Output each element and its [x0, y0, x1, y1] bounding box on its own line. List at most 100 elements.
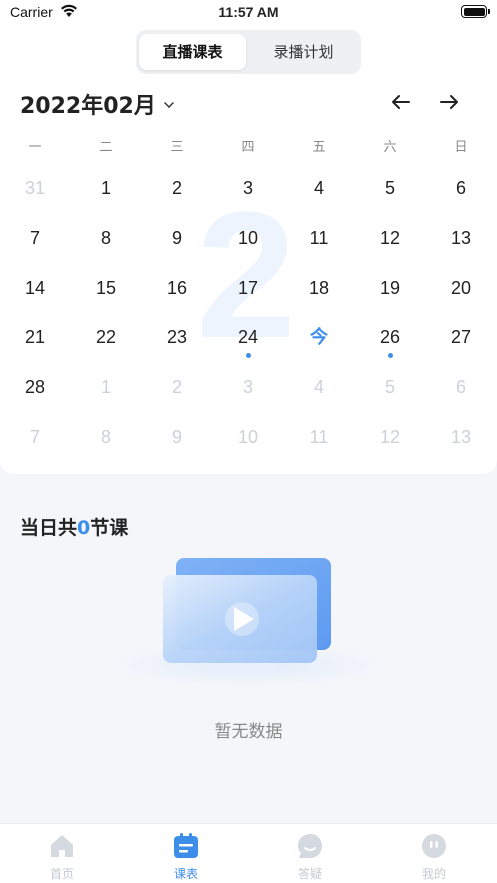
tab-home[interactable]: 首页 [0, 824, 124, 883]
day-number: 9 [171, 427, 182, 447]
schedule-icon [174, 833, 198, 858]
arrow-left-icon[interactable] [389, 92, 413, 112]
day-number: 24 [237, 327, 259, 348]
calendar-day[interactable]: 11 [297, 218, 341, 258]
calendar-day[interactable]: 4 [297, 168, 341, 208]
calendar-day[interactable]: 2 [155, 367, 199, 407]
day-number: 12 [379, 427, 401, 447]
chevron-down-icon [163, 98, 174, 108]
calendar-day[interactable]: 10 [226, 417, 270, 457]
day-number: 4 [313, 178, 324, 198]
weekday-label: 五 [312, 140, 326, 155]
weekday-header: 一二三四五六日 [0, 136, 497, 158]
calendar-day[interactable]: 19 [368, 268, 412, 308]
lesson-count: 0 [77, 517, 91, 539]
calendar-day[interactable]: 8 [84, 218, 128, 258]
arrow-right-icon[interactable] [437, 92, 461, 112]
calendar-day[interactable]: 6 [439, 367, 483, 407]
day-number: 6 [455, 377, 466, 398]
calendar-day[interactable]: 7 [13, 218, 57, 258]
event-dot [388, 353, 393, 359]
weekday-label: 日 [454, 140, 468, 155]
day-number: 3 [242, 178, 253, 198]
calendar-day[interactable]: 24 [226, 317, 270, 359]
month-picker[interactable]: 2022年02月 [20, 88, 174, 120]
day-number: 22 [95, 327, 117, 348]
day-number: 7 [29, 427, 40, 447]
day-number: 26 [379, 327, 401, 348]
calendar-day[interactable]: 28 [13, 367, 57, 407]
calendar-panel: 直播课表 录播计划 2022年02月 2 一二三四五六日 31 1 2 3 4 5 6 7 8 9… [0, 26, 497, 474]
day-number: 14 [24, 277, 46, 298]
calendar-day[interactable]: 9 [155, 417, 199, 457]
weekday-label: 六 [383, 140, 397, 155]
calendar-day[interactable]: 1 [84, 367, 128, 407]
calendar-day[interactable]: 17 [226, 268, 270, 308]
summary-suffix: 节课 [90, 517, 129, 539]
calendar-day[interactable]: 3 [226, 367, 270, 407]
calendar-day[interactable]: 31 [13, 168, 57, 208]
status-bar: Carrier 11:57 AM [0, 0, 497, 26]
calendar-day[interactable]: 22 [84, 317, 128, 357]
tab-live-schedule[interactable]: 直播课表 [139, 34, 246, 70]
day-number: 28 [24, 377, 46, 398]
day-number: 23 [166, 327, 188, 348]
day-number: 5 [384, 178, 395, 198]
calendar-day[interactable]: 14 [13, 268, 57, 308]
calendar-day[interactable]: 15 [84, 268, 128, 308]
calendar-day[interactable]: 7 [13, 417, 57, 457]
calendar-day[interactable]: 16 [155, 268, 199, 308]
calendar-day[interactable]: 27 [439, 317, 483, 357]
tab-profile[interactable]: 我的 [372, 824, 496, 883]
calendar-day[interactable]: 12 [368, 417, 412, 457]
calendar-day[interactable]: 3 [226, 168, 270, 208]
weekday-label: 二 [99, 140, 113, 155]
day-number: 19 [379, 277, 401, 298]
calendar-day[interactable]: 1 [84, 168, 128, 208]
calendar-day[interactable]: 8 [84, 417, 128, 457]
calendar-day[interactable]: 20 [439, 268, 483, 308]
day-number: 21 [24, 327, 46, 348]
day-number: 18 [308, 277, 330, 298]
calendar-day[interactable]: 5 [368, 367, 412, 407]
tab-schedule[interactable]: 课表 [124, 824, 248, 883]
day-number: 31 [24, 178, 46, 198]
weekday-label: 四 [241, 140, 255, 155]
weekday-label: 三 [170, 140, 184, 155]
calendar-day[interactable]: 12 [368, 218, 412, 258]
video-play-icon [110, 558, 386, 687]
calendar-day[interactable]: 6 [439, 168, 483, 208]
calendar-day[interactable]: 18 [297, 268, 341, 308]
day-number: 17 [237, 277, 259, 298]
lesson-summary: 当日共0节课 [20, 513, 128, 540]
empty-state-text: 暂无数据 [214, 722, 283, 742]
day-number: 1 [100, 178, 111, 198]
day-number: 11 [309, 427, 329, 447]
calendar-day[interactable]: 26 [368, 317, 412, 359]
profile-icon [422, 834, 446, 858]
calendar-day-today[interactable]: 今 [297, 317, 341, 357]
calendar-day[interactable]: 21 [13, 317, 57, 357]
summary-prefix: 当日共 [20, 517, 78, 539]
day-number: 13 [450, 227, 472, 248]
day-number: 5 [384, 377, 395, 398]
day-number: 13 [450, 427, 472, 447]
calendar-day[interactable]: 5 [368, 168, 412, 208]
chat-bubble-icon [298, 834, 322, 858]
day-number: 11 [309, 227, 329, 248]
calendar-day[interactable]: 13 [439, 218, 483, 258]
day-number: 10 [237, 227, 259, 248]
tab-qa[interactable]: 答疑 [248, 824, 372, 883]
calendar-day[interactable]: 2 [155, 168, 199, 208]
calendar-day[interactable]: 11 [297, 417, 341, 457]
calendar-day[interactable]: 10 [226, 218, 270, 258]
tab-label: 我的 [421, 867, 446, 881]
calendar-day[interactable]: 13 [439, 417, 483, 457]
tab-label: 首页 [49, 867, 74, 881]
calendar-day[interactable]: 4 [297, 367, 341, 407]
calendar-day[interactable]: 9 [155, 218, 199, 258]
calendar-day[interactable]: 23 [155, 317, 199, 357]
month-label: 2022年02月 [20, 94, 156, 119]
day-number: 10 [237, 427, 259, 447]
tab-recorded-plan[interactable]: 录播计划 [250, 34, 357, 70]
